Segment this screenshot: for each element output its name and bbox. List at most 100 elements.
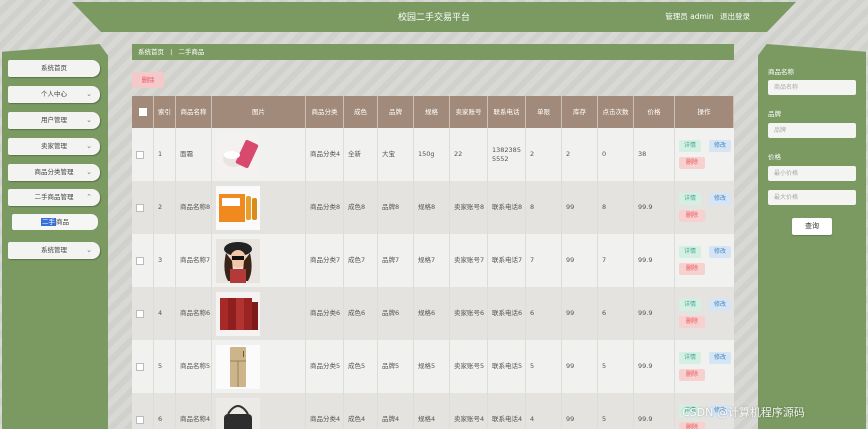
cell-text: 品牌5 bbox=[382, 362, 400, 370]
name-search-input[interactable]: 商品名称 bbox=[768, 80, 856, 95]
sidebar-item-label: 个人中心 bbox=[41, 90, 67, 98]
sidebar-item-label: 商品分类管理 bbox=[34, 168, 74, 176]
cell-cat: 商品分类7 bbox=[306, 234, 344, 287]
delete-button[interactable]: 删除 bbox=[679, 210, 705, 222]
sidebar-item-0[interactable]: 系统首页 bbox=[8, 60, 100, 77]
batch-delete-button[interactable]: 删除 bbox=[132, 72, 164, 88]
cell-limit: 2 bbox=[526, 128, 562, 181]
column-header-label: 商品名称 bbox=[180, 107, 207, 116]
cell-text: 99.9 bbox=[638, 309, 653, 317]
cell-cb bbox=[132, 287, 154, 340]
cell-text: 3 bbox=[158, 256, 163, 264]
cell-text: 商品分类7 bbox=[310, 256, 341, 264]
row-checkbox[interactable] bbox=[136, 415, 144, 424]
cell-text: 商品分类6 bbox=[310, 309, 341, 317]
cell-phone: 联系电话8 bbox=[488, 181, 526, 234]
cell-cond: 全新 bbox=[344, 128, 378, 181]
cell-cb bbox=[132, 340, 154, 393]
cell-text: 2 bbox=[530, 150, 535, 158]
row-checkbox[interactable] bbox=[136, 256, 144, 265]
submenu-item-second-hand-goods[interactable]: 二手商品 bbox=[12, 214, 98, 230]
cell-text: 99 bbox=[566, 415, 575, 423]
sidebar-item-4[interactable]: 商品分类管理 ⌄ bbox=[8, 164, 100, 181]
cell-text: 商品名称8 bbox=[180, 203, 211, 211]
cell-text: 商品名称4 bbox=[180, 415, 211, 423]
select-all-checkbox[interactable] bbox=[138, 108, 147, 116]
column-header: 库存 bbox=[562, 96, 598, 128]
cell-text: 6 bbox=[530, 309, 535, 317]
column-header-label: 商品分类 bbox=[311, 107, 338, 116]
cell-text: 7 bbox=[530, 256, 535, 264]
delete-button[interactable]: 删除 bbox=[679, 157, 705, 169]
brand-label: 品牌 bbox=[768, 110, 781, 118]
column-header: 商品名称 bbox=[176, 96, 212, 128]
edit-button[interactable]: 修改 bbox=[709, 352, 731, 364]
cell-cat: 商品分类8 bbox=[306, 181, 344, 234]
cell-text: 150g bbox=[418, 150, 435, 158]
detail-button[interactable]: 详情 bbox=[679, 246, 701, 258]
cell-idx: 4 bbox=[154, 287, 176, 340]
cell-text: 规格6 bbox=[418, 309, 436, 317]
cell-cond: 成色6 bbox=[344, 287, 378, 340]
max-price-input[interactable]: 最大价格 bbox=[768, 190, 856, 205]
cell-text: 5 bbox=[530, 362, 535, 370]
submenu-label: 商品 bbox=[56, 218, 69, 226]
row-actions: 详情 修改 删除 bbox=[675, 181, 734, 234]
sidebar-item-label: 系统管理 bbox=[41, 246, 67, 254]
cell-img bbox=[212, 128, 306, 181]
chevron-icon: ⌄ bbox=[86, 246, 92, 254]
edit-button[interactable]: 修改 bbox=[709, 140, 731, 152]
sidebar-item-3[interactable]: 卖家管理 ⌄ bbox=[8, 138, 100, 155]
query-button[interactable]: 查询 bbox=[792, 218, 832, 235]
row-checkbox[interactable] bbox=[136, 362, 144, 371]
detail-button[interactable]: 详情 bbox=[679, 352, 701, 364]
row-checkbox[interactable] bbox=[136, 150, 144, 159]
breadcrumb-home[interactable]: 系统首页 bbox=[138, 48, 164, 56]
edit-button[interactable]: 修改 bbox=[709, 299, 731, 311]
cell-text: 成色5 bbox=[348, 362, 366, 370]
cell-text: 规格7 bbox=[418, 256, 436, 264]
column-header-label: 操作 bbox=[697, 107, 711, 116]
detail-button[interactable]: 详情 bbox=[679, 299, 701, 311]
cell-text: 8 bbox=[530, 203, 535, 211]
row-checkbox[interactable] bbox=[136, 203, 144, 212]
cell-text: 38 bbox=[638, 150, 647, 158]
cell-text: 卖家账号6 bbox=[454, 309, 485, 317]
sidebar-item-5[interactable]: 二手商品管理 ⌃ bbox=[8, 189, 100, 206]
cell-text: 99 bbox=[566, 362, 575, 370]
edit-button[interactable]: 修改 bbox=[709, 193, 731, 205]
cell-phone: 联系电话4 bbox=[488, 393, 526, 429]
brand-search-input[interactable]: 品牌 bbox=[768, 123, 856, 138]
delete-button[interactable]: 删除 bbox=[679, 422, 705, 429]
cell-text: 8 bbox=[602, 203, 607, 211]
detail-button[interactable]: 详情 bbox=[679, 140, 701, 152]
column-header-label: 价格 bbox=[647, 107, 661, 116]
delete-button[interactable]: 删除 bbox=[679, 316, 705, 328]
cell-text: 品牌6 bbox=[382, 309, 400, 317]
edit-button[interactable]: 修改 bbox=[709, 246, 731, 258]
cell-brand: 品牌6 bbox=[378, 287, 414, 340]
row-actions: 详情 修改 删除 bbox=[675, 128, 734, 181]
cell-text: 大宝 bbox=[382, 150, 395, 158]
cell-text: 99.9 bbox=[638, 256, 653, 264]
sidebar-item-1[interactable]: 个人中心 ⌄ bbox=[8, 86, 100, 103]
cell-seller: 卖家账号8 bbox=[450, 181, 488, 234]
detail-button[interactable]: 详情 bbox=[679, 193, 701, 205]
min-price-input[interactable]: 最小价格 bbox=[768, 166, 856, 181]
sidebar-item-6[interactable]: 系统管理 ⌄ bbox=[8, 242, 100, 259]
cell-brand: 品牌8 bbox=[378, 181, 414, 234]
delete-button[interactable]: 删除 bbox=[679, 263, 705, 275]
row-checkbox[interactable] bbox=[136, 309, 144, 318]
cell-cat: 商品分类4 bbox=[306, 393, 344, 429]
sidebar-item-2[interactable]: 用户管理 ⌄ bbox=[8, 112, 100, 129]
column-header: 点击次数 bbox=[598, 96, 634, 128]
logout-link[interactable]: 退出登录 bbox=[720, 12, 750, 21]
sidebar-item-label: 卖家管理 bbox=[41, 142, 67, 150]
column-header-label: 规格 bbox=[425, 107, 438, 116]
table-row: 4 商品名称6 商品分类6 成色6 品牌6 规格6 卖家账号6 联系电话6 6 99 6 99.9 详情… bbox=[132, 287, 734, 340]
delete-button[interactable]: 删除 bbox=[679, 369, 705, 381]
column-header: 卖家账号 bbox=[450, 96, 488, 128]
watermark: CSDN @计算机程序源码 bbox=[682, 406, 805, 419]
cell-phone: 联系电话6 bbox=[488, 287, 526, 340]
table-row: 3 商品名称7 商品分类7 成色7 品牌7 规格7 卖家账号7 联系电话7 7 99 7 99.9 详情… bbox=[132, 234, 734, 287]
